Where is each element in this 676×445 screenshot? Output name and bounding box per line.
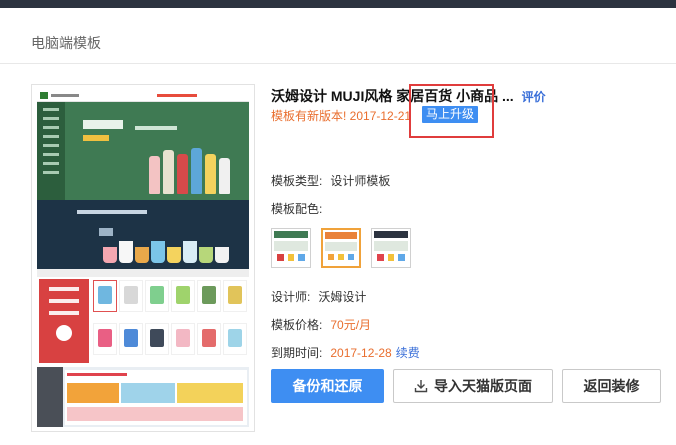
backup-restore-button[interactable]: 备份和还原 <box>271 369 384 403</box>
color-swatch-preview <box>325 232 357 264</box>
backup-restore-label: 备份和还原 <box>292 378 363 394</box>
expire-label: 到期时间: <box>271 346 323 360</box>
template-preview[interactable] <box>31 84 255 432</box>
annotation-highlight-box <box>409 84 494 138</box>
back-to-decorate-button[interactable]: 返回装修 <box>562 369 661 403</box>
color-swatch-green[interactable] <box>271 228 311 268</box>
designer-label: 设计师: <box>271 290 311 304</box>
section-title: 电脑端模板 <box>31 35 101 51</box>
expire-field: 到期时间: 2017-12-28 续费 <box>271 344 420 361</box>
color-swatch-preview <box>274 231 308 265</box>
color-swatch-preview <box>374 231 408 265</box>
template-type-label: 模板类型: <box>271 174 323 188</box>
template-preview-image <box>37 90 249 428</box>
template-type-value: 设计师模板 <box>330 174 391 188</box>
designer-field: 设计师: 沃姆设计 <box>271 288 366 305</box>
review-link[interactable]: 评价 <box>522 90 546 104</box>
template-color-field: 模板配色: <box>271 200 322 217</box>
template-color-label: 模板配色: <box>271 202 323 216</box>
renew-link[interactable]: 续费 <box>396 346 420 360</box>
import-tmall-label: 导入天猫版页面 <box>434 378 532 394</box>
expire-value: 2017-12-28 <box>330 346 392 360</box>
designer-value: 沃姆设计 <box>318 290 367 304</box>
import-icon <box>414 380 428 393</box>
color-swatch-orange[interactable] <box>321 228 361 268</box>
color-swatch-dark[interactable] <box>371 228 411 268</box>
back-to-decorate-label: 返回装修 <box>583 378 640 394</box>
price-field: 模板价格: 70元/月 <box>271 316 371 333</box>
template-type-field: 模板类型: 设计师模板 <box>271 172 390 189</box>
import-tmall-button[interactable]: 导入天猫版页面 <box>393 369 553 403</box>
price-value: 70元/月 <box>330 318 372 332</box>
price-label: 模板价格: <box>271 318 323 332</box>
divider <box>0 63 676 64</box>
top-nav-bar <box>0 0 676 8</box>
new-version-notice: 模板有新版本! 2017-12-21 <box>271 109 412 123</box>
